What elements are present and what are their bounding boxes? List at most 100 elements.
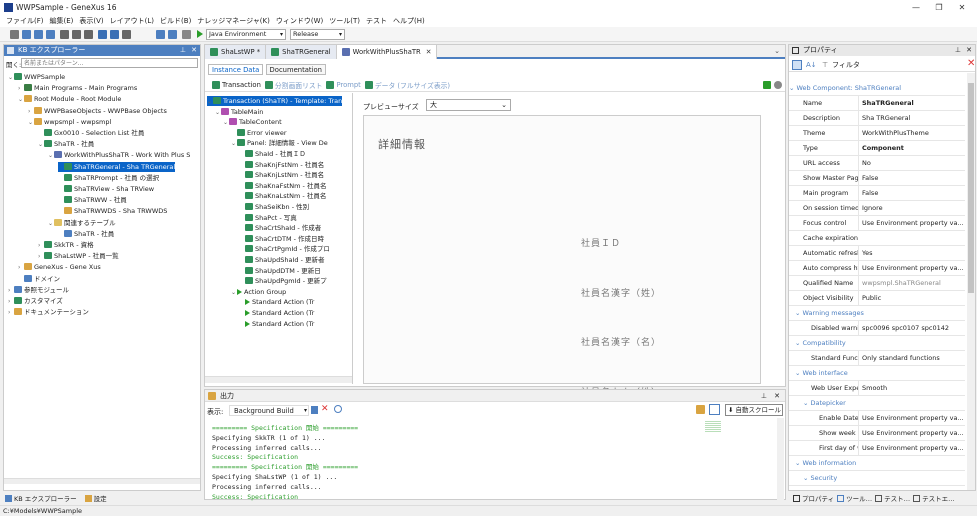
- properties-bottom-tab[interactable]: ツール…: [846, 493, 872, 503]
- tab-overflow-icon[interactable]: ⌄: [774, 47, 780, 55]
- open-icon[interactable]: [22, 30, 31, 39]
- kb-tree-item[interactable]: ドメイン: [18, 274, 60, 284]
- kb-tree-item[interactable]: ⌄ ShaTR - 社員: [38, 139, 94, 149]
- property-value[interactable]: Use Environment property va...: [858, 216, 963, 231]
- property-row[interactable]: URL access No: [789, 156, 965, 171]
- pin-icon[interactable]: ⊥: [955, 45, 961, 56]
- property-value[interactable]: WorkWithPlusTheme: [858, 126, 963, 141]
- property-row[interactable]: Theme WorkWithPlusTheme: [789, 126, 965, 141]
- property-value[interactable]: Only standard functions: [858, 351, 963, 366]
- kb-tree-item[interactable]: › Main Programs - Main Programs: [18, 83, 137, 93]
- minimize-button[interactable]: —: [905, 1, 927, 14]
- properties-bottom-tab[interactable]: プロパティ: [802, 493, 834, 503]
- tab-instance-data[interactable]: Instance Data: [208, 64, 264, 75]
- kb-tree-item[interactable]: ShaTRPrompt - 社員 の選択: [58, 173, 159, 183]
- kb-tree-item[interactable]: ShaTRGeneral - Sha TRGeneral: [58, 161, 176, 172]
- property-row[interactable]: Type Component: [789, 141, 965, 156]
- property-value[interactable]: Ignore: [858, 201, 963, 216]
- kb-tree-item[interactable]: ⌄ wwpsmpl - wwpsmpl: [28, 117, 111, 127]
- menu-item[interactable]: 編集(E): [50, 16, 74, 26]
- instance-tree-item[interactable]: Error viewer: [231, 128, 287, 138]
- kb-tree-item[interactable]: ShaTRView - Sha TRView: [58, 184, 154, 194]
- property-value[interactable]: Component: [858, 141, 963, 156]
- instance-tree-item[interactable]: ShaUpdPgmId - 更新プ: [239, 276, 327, 286]
- output-source-select[interactable]: Background Build: [229, 405, 309, 416]
- property-value[interactable]: Use Environment property va...: [858, 441, 963, 456]
- instance-tree-item[interactable]: ⌄ TableMain: [215, 107, 263, 117]
- instance-tree-item[interactable]: ShaKnaFstNm - 社員名: [239, 181, 326, 191]
- property-category[interactable]: ⌄ Compatibility: [789, 336, 965, 351]
- property-value[interactable]: Use Environment property va...: [858, 411, 963, 426]
- property-value[interactable]: Yes: [858, 246, 963, 261]
- undo-icon[interactable]: [98, 30, 107, 39]
- property-row[interactable]: Name ShaTRGeneral: [789, 96, 965, 111]
- menu-item[interactable]: ツール(T): [329, 16, 360, 26]
- stop-icon[interactable]: ✕: [321, 404, 329, 415]
- property-row[interactable]: Enable DatepiclUse Environment property …: [789, 411, 965, 426]
- instance-tree-item[interactable]: ShaCrtDTM - 作成日時: [239, 234, 324, 244]
- run-icon[interactable]: [197, 30, 203, 38]
- categorized-icon[interactable]: [792, 60, 802, 70]
- kb-tree-item[interactable]: › SkkTR - 資格: [38, 240, 94, 250]
- menu-item[interactable]: ヘルプ(H): [393, 16, 425, 26]
- instance-tree-item[interactable]: ShaId - 社員ＩＤ: [239, 149, 306, 159]
- property-row[interactable]: Automatic refresh Yes: [789, 246, 965, 261]
- property-value[interactable]: Public: [858, 291, 963, 306]
- property-value[interactable]: False: [858, 171, 963, 186]
- property-row[interactable]: On session timeoutIgnore: [789, 201, 965, 216]
- redo-icon[interactable]: [110, 30, 119, 39]
- property-category[interactable]: ⌄ Warning messages: [789, 306, 965, 321]
- instance-tree-item[interactable]: Standard Action (Tr: [239, 319, 314, 329]
- property-row[interactable]: Auto compress httpUse Environment proper…: [789, 261, 965, 276]
- property-row[interactable]: Focus control Use Environment property va…: [789, 216, 965, 231]
- editor-tab[interactable]: ShaLstWP *: [205, 45, 267, 59]
- sort-alpha-icon[interactable]: A↓: [806, 58, 817, 72]
- pin-icon[interactable]: ⊥: [180, 45, 186, 56]
- chevron-down-icon[interactable]: ▾: [304, 407, 307, 414]
- property-row[interactable]: Standard FunctionOnly standard functions: [789, 351, 965, 366]
- property-value[interactable]: Use Environment property va...: [858, 426, 963, 441]
- autoscroll-button[interactable]: ⬇ 自動スクロール: [725, 404, 783, 416]
- tab-settings[interactable]: 設定: [94, 493, 107, 503]
- build-icon[interactable]: [182, 30, 191, 39]
- folder-icon[interactable]: [696, 405, 705, 414]
- menu-item[interactable]: ウィンドウ(W): [276, 16, 323, 26]
- kb-tree-item[interactable]: ⌄ WorkWithPlusShaTR - Work With Plus S: [48, 150, 190, 160]
- kb-tree-item[interactable]: ShaTR - 社員: [58, 229, 114, 239]
- gear-icon[interactable]: [774, 81, 782, 89]
- property-row[interactable]: Show Master Page wFalse: [789, 171, 965, 186]
- instance-tree-item[interactable]: ⌄ Action Group: [231, 287, 286, 297]
- property-row[interactable]: Qualified Name wwpsmpl.ShaTRGeneral: [789, 276, 965, 291]
- kb-tree-item[interactable]: ⌄ WWPSample: [8, 72, 65, 82]
- apply-icon[interactable]: [763, 81, 771, 89]
- paste-icon[interactable]: [84, 30, 93, 39]
- property-value[interactable]: wwpsmpl.ShaTRGeneral: [858, 276, 963, 291]
- property-row[interactable]: First day of weeUse Environment property…: [789, 441, 965, 456]
- kb-tree-item[interactable]: ⌄ 関連するテーブル: [48, 218, 116, 228]
- restore-button[interactable]: ❐: [928, 1, 950, 14]
- clear-filter-icon[interactable]: ✕: [967, 57, 975, 71]
- output-scrollbar[interactable]: [777, 418, 784, 500]
- property-value[interactable]: spc0096 spc0107 spc0142: [858, 321, 963, 336]
- property-row[interactable]: Main program False: [789, 186, 965, 201]
- kb-search-input[interactable]: [21, 58, 198, 68]
- copy-icon[interactable]: [72, 30, 81, 39]
- menu-item[interactable]: ナレッジマネージャ(K): [197, 16, 270, 26]
- instance-tree-item[interactable]: Standard Action (Tr: [239, 308, 314, 318]
- kb-tree-item[interactable]: › 参照モジュール: [8, 285, 69, 295]
- layout-icon[interactable]: [156, 30, 165, 39]
- search-icon[interactable]: [334, 405, 342, 413]
- property-value[interactable]: Use Environment property va...: [858, 261, 963, 276]
- property-category[interactable]: ⌄ Web interface: [789, 366, 965, 381]
- property-category[interactable]: ⌄ Security: [789, 471, 965, 486]
- tab-kb-explorer[interactable]: KB エクスプローラー: [14, 493, 77, 503]
- close-icon[interactable]: ✕: [966, 45, 972, 56]
- property-row[interactable]: Disabled warningsspc0096 spc0107 spc0142: [789, 321, 965, 336]
- cut-icon[interactable]: [60, 30, 69, 39]
- menu-item[interactable]: ビルド(B): [160, 16, 191, 26]
- property-value[interactable]: Sha TRGeneral: [858, 111, 963, 126]
- instance-tree-item[interactable]: ShaSeiKbn - 性別: [239, 202, 309, 212]
- new-icon[interactable]: [10, 30, 19, 39]
- refresh-icon[interactable]: [122, 30, 131, 39]
- instance-tree-item[interactable]: ShaUpdShaId - 更新者: [239, 255, 325, 265]
